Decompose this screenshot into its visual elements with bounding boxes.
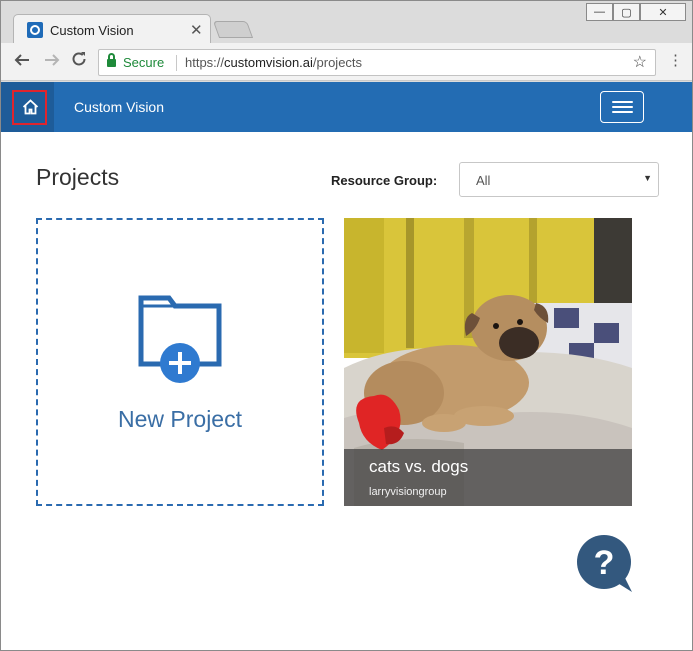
help-glyph: ?: [594, 544, 615, 582]
tab-title: Custom Vision: [50, 23, 134, 38]
browser-window: Custom Vision ✕ — ▢ ✕ Secure https://cus…: [0, 0, 693, 651]
page-title: Projects: [36, 164, 120, 190]
project-name: cats vs. dogs: [369, 457, 469, 476]
resource-group-select[interactable]: All ▼: [459, 162, 659, 197]
help-bubble-icon[interactable]: ?: [576, 534, 634, 594]
app-title[interactable]: Custom Vision: [74, 99, 164, 115]
close-window-button[interactable]: ✕: [640, 3, 686, 21]
home-button[interactable]: [1, 82, 54, 132]
url-domain: customvision.ai: [224, 55, 313, 70]
url-text: https://customvision.ai/projects: [185, 55, 362, 70]
maximize-button[interactable]: ▢: [613, 3, 640, 21]
folder-plus-icon: [138, 295, 222, 383]
secure-label: Secure: [123, 55, 165, 70]
resource-group-value: All: [476, 173, 491, 188]
browser-tab[interactable]: Custom Vision ✕: [13, 14, 211, 44]
lock-icon: [107, 53, 116, 68]
address-bar[interactable]: Secure https://customvision.ai/projects …: [98, 49, 656, 76]
main-content: Projects Resource Group: All ▼ New Proje…: [1, 132, 692, 650]
new-project-tile[interactable]: New Project: [36, 218, 324, 506]
home-highlight-box: [12, 90, 47, 125]
resource-group-label: Resource Group:: [331, 173, 438, 188]
star-icon[interactable]: ☆: [633, 52, 647, 72]
new-project-label: New Project: [118, 406, 242, 432]
home-icon: [22, 99, 39, 115]
window-controls: — ▢ ✕: [586, 3, 686, 21]
hamburger-menu-icon[interactable]: [600, 91, 644, 123]
browser-toolbar: Secure https://customvision.ai/projects …: [1, 43, 692, 81]
new-tab-button[interactable]: [212, 21, 254, 38]
tab-close-icon[interactable]: ✕: [190, 21, 203, 39]
app-header: Custom Vision: [1, 82, 692, 132]
reload-icon[interactable]: [70, 50, 88, 73]
custom-vision-favicon-icon: [27, 22, 43, 38]
project-group: larryvisiongroup: [369, 486, 447, 498]
forward-arrow-icon[interactable]: [43, 51, 61, 74]
dropdown-caret-icon: ▼: [643, 173, 652, 183]
url-path: /projects: [312, 55, 363, 70]
tab-strip: Custom Vision ✕ — ▢ ✕: [1, 1, 692, 44]
project-card[interactable]: cats vs. dogs larryvisiongroup: [344, 218, 632, 506]
address-separator: [176, 55, 177, 71]
url-scheme: https://: [185, 55, 225, 70]
menu-dots-icon[interactable]: ⋮: [668, 53, 683, 68]
project-card-overlay: cats vs. dogs larryvisiongroup: [344, 449, 632, 506]
back-arrow-icon[interactable]: [13, 51, 31, 74]
minimize-button[interactable]: —: [586, 3, 613, 21]
